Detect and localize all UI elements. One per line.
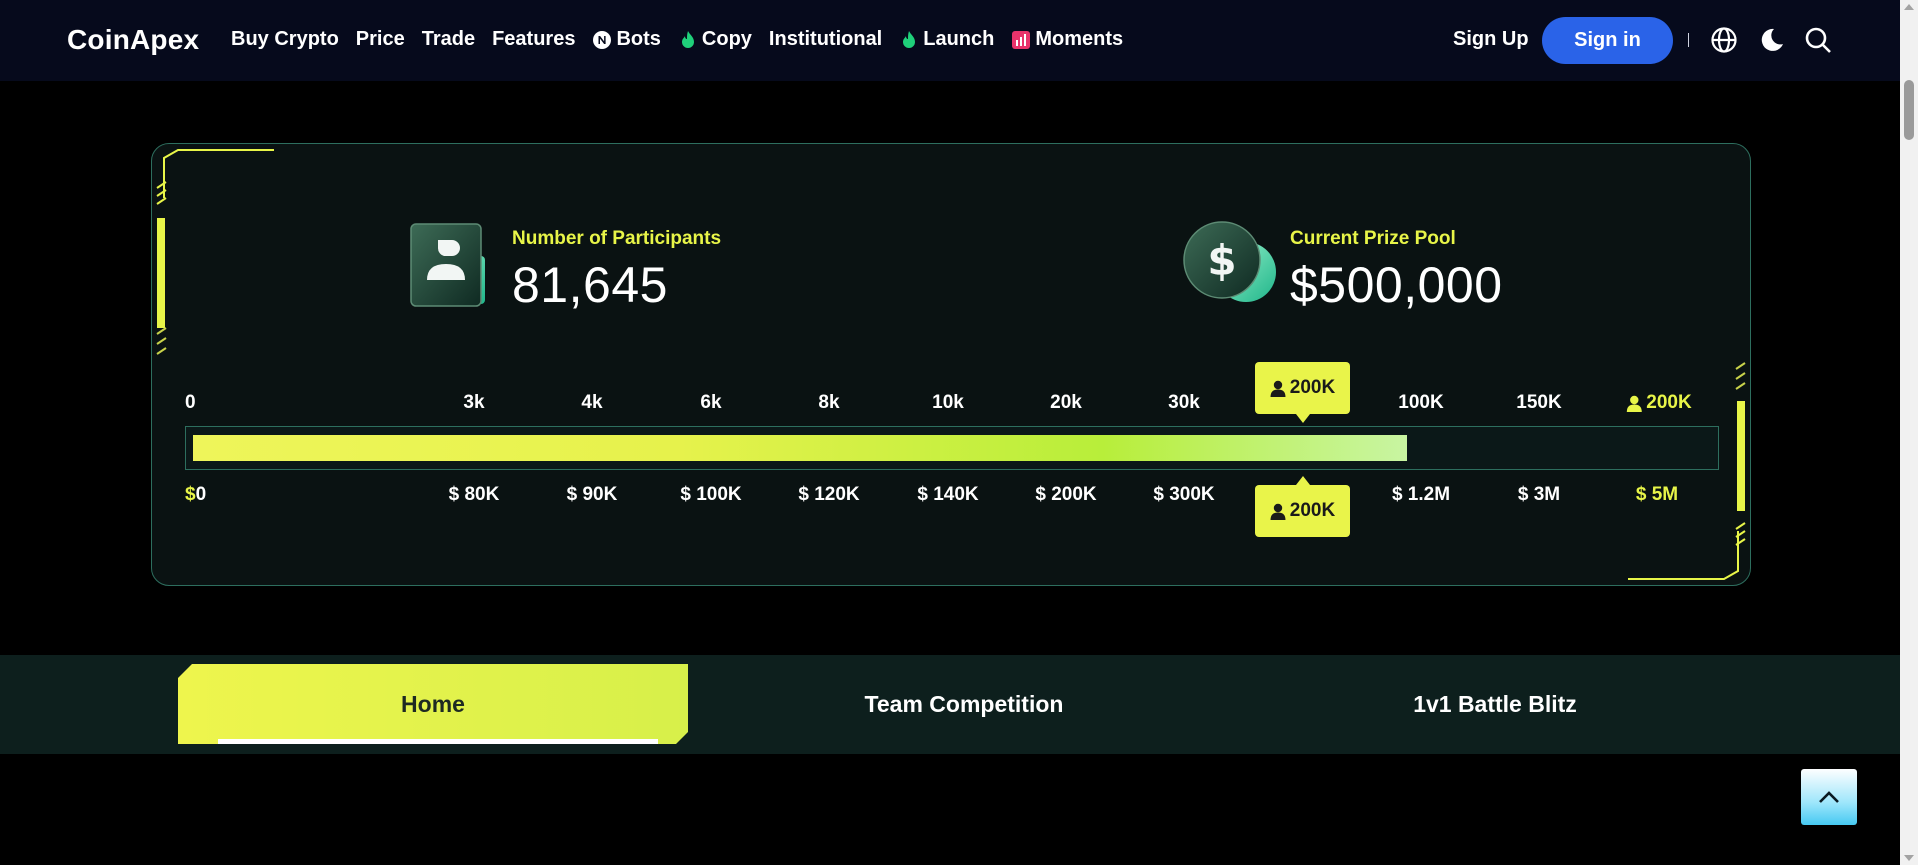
chevron-up-icon (1819, 791, 1839, 803)
user-icon (1270, 380, 1286, 397)
participant-tick: 4k (581, 392, 603, 413)
moon-icon[interactable] (1757, 26, 1785, 54)
n-badge-icon (592, 30, 612, 50)
tab-label: Team Competition (864, 691, 1064, 717)
marker-label: 200K (1289, 377, 1336, 398)
prize-progress-bar (185, 426, 1719, 470)
tick-label: 200K (1646, 392, 1692, 413)
nav-label: Copy (701, 28, 752, 50)
prize-pool-label: Current Prize Pool (1290, 228, 1456, 249)
participant-tick: 10k (932, 392, 964, 413)
header-divider (1688, 33, 1689, 47)
participant-tick-max: 200K (1626, 392, 1692, 414)
page-scrollbar[interactable] (1900, 0, 1918, 865)
participant-tick: 3k (463, 392, 485, 413)
nav-label: Features (492, 28, 576, 50)
prize-progress-fill (193, 435, 1407, 461)
participant-tick: 30k (1168, 392, 1200, 413)
prize-progress-panel: Number of Participants 81,645 $ Current … (151, 143, 1751, 586)
prize-tick: $ 100K (680, 484, 742, 505)
corner-decoration (156, 149, 274, 355)
prize-tick-max: $ 5M (1635, 484, 1679, 505)
competition-tabs: Home Team Competition 1v1 Battle Blitz (0, 655, 1900, 754)
participant-tick: 8k (818, 392, 840, 413)
prize-tick: $ 300K (1153, 484, 1215, 505)
nav-label: Trade (421, 28, 476, 50)
prize-tick: $ 3M (1517, 484, 1561, 505)
zero-value: 0 (195, 484, 207, 505)
nav-launch[interactable]: Launch (899, 28, 994, 51)
tab-label: 1v1 Battle Blitz (1413, 691, 1577, 717)
flame-icon (678, 30, 698, 50)
participant-tick: 150K (1516, 392, 1562, 413)
participants-marker: 200K (1255, 362, 1350, 423)
nav-moments[interactable]: Moments (1011, 28, 1123, 51)
user-card-icon (405, 222, 495, 310)
tab-team-competition[interactable]: Team Competition (714, 655, 1214, 754)
prize-tick: $ 90K (566, 484, 618, 505)
tab-active-underline (218, 739, 658, 744)
nav-label: Buy Crypto (231, 28, 339, 50)
prize-tick: $ 1.2M (1391, 484, 1451, 505)
nav-label: Institutional (768, 28, 883, 50)
logo[interactable]: CoinApex (67, 24, 199, 56)
participants-stat: Number of Participants 81,645 (405, 222, 721, 314)
nav-buy-crypto[interactable]: Buy Crypto (231, 28, 339, 51)
nav-price[interactable]: Price (356, 28, 405, 51)
nav-bots[interactable]: Bots (592, 28, 661, 51)
search-icon[interactable] (1804, 26, 1832, 54)
prize-pool-value: $500,000 (1290, 257, 1503, 313)
scroll-up-arrow[interactable] (1904, 4, 1914, 10)
prize-tick-zero: $0 (185, 484, 206, 506)
user-icon (1626, 395, 1642, 412)
prize-tick: $ 80K (448, 484, 500, 505)
nav-copy[interactable]: Copy (678, 28, 752, 51)
prize-tick-row: $0 $ 80K $ 90K $ 100K $ 120K $ 140K $ 20… (152, 484, 1752, 508)
sign-in-button[interactable]: Sign in (1542, 17, 1673, 64)
sign-up-link[interactable]: Sign Up (1453, 28, 1529, 51)
participants-label: Number of Participants (512, 228, 722, 249)
scroll-thumb[interactable] (1904, 80, 1914, 140)
prize-tick: $ 120K (798, 484, 860, 505)
prize-pool-stat: $ Current Prize Pool $500,000 (1182, 220, 1503, 314)
flame-icon (899, 30, 919, 50)
nav-label: Moments (1035, 28, 1124, 50)
nav-label: Price (355, 28, 405, 50)
main-nav: Buy Crypto Price Trade Features Bots Cop… (231, 28, 1140, 51)
tab-1v1-battle-blitz[interactable]: 1v1 Battle Blitz (1245, 655, 1745, 754)
svg-text:$: $ (1207, 236, 1236, 285)
globe-icon[interactable] (1710, 26, 1738, 54)
participant-tick: 0 (185, 392, 196, 413)
participant-tick: 20k (1050, 392, 1082, 413)
participant-tick: 6k (700, 392, 722, 413)
nav-institutional[interactable]: Institutional (769, 28, 882, 51)
top-navbar: CoinApex Buy Crypto Price Trade Features… (0, 0, 1900, 81)
nav-features[interactable]: Features (492, 28, 575, 51)
participant-tick-row: 0 3k 4k 6k 8k 10k 20k 30k 100K 150K 200K (152, 392, 1752, 416)
tab-label: Home (401, 690, 465, 717)
zero-dollar-sign: $ (185, 484, 196, 505)
scroll-down-arrow[interactable] (1904, 855, 1914, 861)
nav-label: Bots (616, 28, 661, 50)
prize-tick: $ 140K (917, 484, 979, 505)
participants-value: 81,645 (512, 257, 668, 313)
dollar-coin-icon: $ (1182, 220, 1280, 310)
nav-trade[interactable]: Trade (422, 28, 475, 51)
nav-label: Launch (923, 28, 995, 50)
tab-home[interactable]: Home (178, 664, 688, 744)
participant-tick: 100K (1398, 392, 1444, 413)
prize-tick: $ 200K (1035, 484, 1097, 505)
back-to-top-button[interactable] (1801, 769, 1857, 825)
chart-badge-icon (1011, 30, 1031, 50)
